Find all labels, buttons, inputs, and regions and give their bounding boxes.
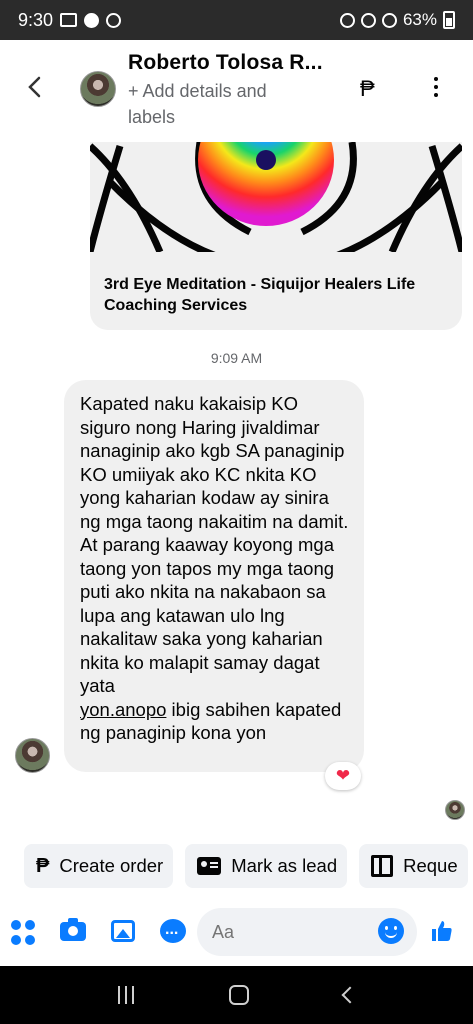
dot [11,920,21,930]
gallery-shape [111,920,135,942]
dot [434,77,438,81]
chat-header: Roberto Tolosa R... + Add details and la… [0,40,473,140]
chevron-left-icon [28,76,41,98]
message-link[interactable]: yon.anopo [80,699,166,720]
emoji-icon[interactable] [378,918,404,944]
recents-bar [131,986,134,1004]
message-composer [0,900,473,962]
thumbs-up-shape [432,921,452,941]
add-details-link[interactable]: + Add details and labels [128,78,318,130]
dot [25,920,35,930]
status-time: 9:30 [18,9,54,30]
link-preview-title: 3rd Eye Meditation - Siquijor Healers Li… [104,276,416,314]
dot [11,935,21,945]
gallery-icon[interactable] [108,916,138,946]
wifi-icon [360,12,376,28]
message-text: Kapated naku kakaisip KO siguro nong Har… [80,392,350,745]
map-icon [371,855,394,877]
camera-icon[interactable] [58,916,88,946]
message-text-main: Kapated naku kakaisip KO siguro nong Har… [80,393,349,696]
back-button[interactable] [20,72,50,102]
mark-as-lead-button[interactable]: Mark as lead [185,844,348,888]
mail-icon [60,13,78,27]
system-navigation-bar [0,966,473,1024]
create-order-label: Create order [59,855,164,876]
status-bar: 9:30 63% [0,0,473,40]
sender-avatar[interactable] [15,738,50,773]
thumbs-up-icon[interactable] [427,914,457,944]
do-not-disturb-icon [84,12,100,28]
heart-reaction[interactable]: ❤ [325,762,361,790]
mark-as-lead-label: Mark as lead [231,855,338,876]
camera-shape [60,918,86,941]
link-preview-card[interactable]: 3rd Eye Meditation - Siquijor Healers Li… [90,142,462,330]
peso-icon: ₱ [36,854,50,877]
home-button[interactable] [228,985,249,1005]
apps-menu-icon[interactable] [11,920,37,946]
counter-icon [106,12,122,28]
dot [25,935,35,945]
recents-bar [124,986,127,1004]
more-options-button[interactable] [426,74,446,100]
create-order-button[interactable]: ₱ Create order [24,844,174,888]
incoming-message-bubble[interactable]: Kapated naku kakaisip KO siguro nong Har… [64,380,364,772]
recents-bar [117,986,120,1004]
contact-avatar[interactable] [80,71,116,107]
peso-icon[interactable]: ₱ [360,76,375,102]
dot [434,85,438,89]
message-timestamp: 9:09 AM [210,350,263,366]
chat-bubble-icon[interactable] [158,915,188,946]
dot [434,93,438,97]
request-button[interactable]: Reque [359,844,468,888]
status-right: 63% [339,10,455,30]
battery-icon [443,11,455,29]
chat-shape [160,915,186,945]
quick-actions-bar: ₱ Create order Mark as lead Reque [0,844,473,890]
status-left: 9:30 [18,9,122,31]
signal-icon [381,12,397,28]
alarm-icon [339,12,355,28]
third-eye-image [90,142,462,271]
link-preview-image [90,142,462,271]
battery-percent: 63% [402,10,437,29]
recents-button[interactable] [117,986,134,1004]
contact-card-icon [197,857,222,875]
contact-name[interactable]: Roberto Tolosa R... [128,51,323,75]
seen-indicator-avatar [445,800,465,820]
request-label: Reque [403,855,458,876]
back-nav-button[interactable] [341,986,358,1004]
